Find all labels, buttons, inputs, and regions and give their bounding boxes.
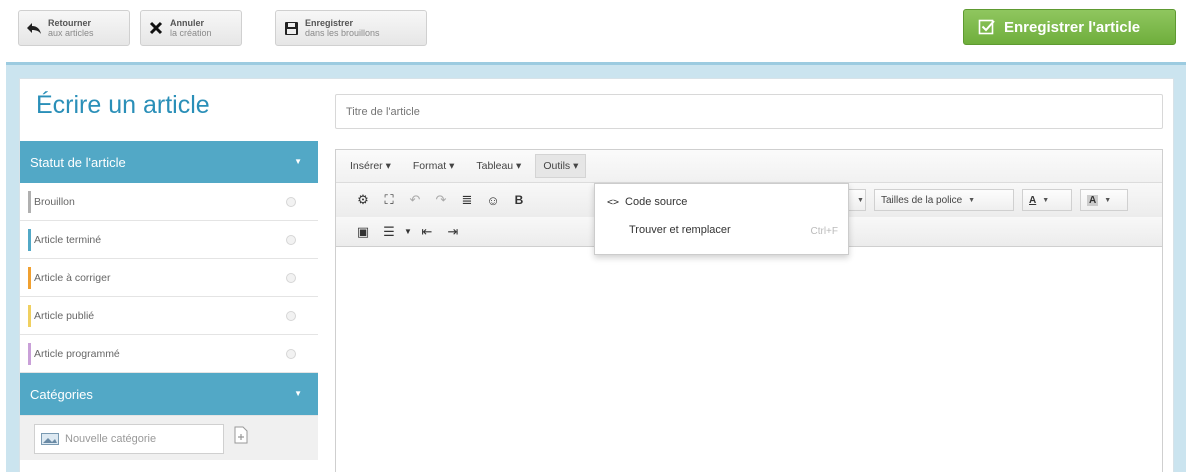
bold-icon[interactable]: B bbox=[506, 189, 532, 211]
categories-section-header[interactable]: Catégories ▼ bbox=[20, 373, 318, 415]
outdent-icon[interactable]: ⇤ bbox=[414, 221, 440, 243]
status-section-header[interactable]: Statut de l'article ▼ bbox=[20, 141, 318, 183]
editor-content-area[interactable] bbox=[336, 251, 1162, 472]
undo-icon[interactable]: ↶ bbox=[402, 189, 428, 211]
status-label: Article publié bbox=[34, 309, 95, 322]
chevron-down-icon[interactable]: ▼ bbox=[402, 221, 414, 243]
save-article-button[interactable]: Enregistrer l'article bbox=[963, 9, 1176, 45]
status-label: Brouillon bbox=[34, 195, 75, 208]
bg-color-dropdown[interactable]: A ▼ bbox=[1080, 189, 1128, 211]
cancel-button-line1: Annuler bbox=[170, 18, 205, 28]
status-color-bar bbox=[28, 191, 31, 213]
editor-menubar: Insérer ▾ Format ▾ Tableau ▾ Outils ▾ bbox=[336, 150, 1162, 183]
add-category-icon[interactable] bbox=[234, 426, 248, 444]
page-title: Écrire un article bbox=[36, 91, 210, 119]
redo-icon[interactable]: ↷ bbox=[428, 189, 454, 211]
sidebar: Statut de l'article ▼ Brouillon Article … bbox=[20, 141, 318, 460]
status-radio[interactable] bbox=[286, 273, 296, 283]
status-item-programme[interactable]: Article programmé bbox=[20, 335, 318, 373]
chevron-down-icon: ▼ bbox=[294, 157, 302, 166]
check-square-icon bbox=[978, 18, 996, 36]
status-color-bar bbox=[28, 343, 31, 365]
text-color-icon: A bbox=[1029, 194, 1037, 206]
menu-tableau[interactable]: Tableau ▾ bbox=[476, 156, 527, 176]
new-category-field[interactable]: Nouvelle catégorie bbox=[34, 424, 224, 454]
menu-item-label: Trouver et remplacer bbox=[629, 224, 731, 236]
status-radio[interactable] bbox=[286, 349, 296, 359]
status-item-termine[interactable]: Article terminé bbox=[20, 221, 318, 259]
menu-format[interactable]: Format ▾ bbox=[413, 156, 460, 176]
main-panel: Écrire un article Statut de l'article ▼ … bbox=[6, 62, 1186, 472]
menu-inserer[interactable]: Insérer ▾ bbox=[350, 156, 397, 176]
back-to-articles-button[interactable]: Retourner aux articles bbox=[18, 10, 130, 46]
save-article-label: Enregistrer l'article bbox=[1004, 18, 1141, 36]
draft-button-line1: Enregistrer bbox=[305, 18, 354, 28]
code-icon: <> bbox=[607, 196, 620, 208]
categories-section-title: Catégories bbox=[30, 386, 93, 402]
status-section-title: Statut de l'article bbox=[30, 154, 126, 170]
menu-label: Tableau bbox=[476, 160, 514, 172]
fullscreen-icon[interactable]: ⛶ bbox=[376, 189, 402, 211]
status-radio[interactable] bbox=[286, 311, 296, 321]
font-size-dropdown[interactable]: Tailles de la police ▼ bbox=[874, 189, 1014, 211]
status-item-a-corriger[interactable]: Article à corriger bbox=[20, 259, 318, 297]
tools-dropdown-menu: <> Code source Trouver et remplacer Ctrl… bbox=[594, 183, 849, 255]
article-title-input[interactable] bbox=[335, 94, 1163, 129]
status-label: Article terminé bbox=[34, 233, 102, 246]
menu-label: Outils bbox=[543, 160, 571, 172]
text-color-dropdown[interactable]: A ▼ bbox=[1022, 189, 1072, 211]
highlight-color-icon: A bbox=[1087, 194, 1099, 206]
emoticon-icon[interactable]: ☺ bbox=[480, 189, 506, 211]
gear-icon[interactable]: ⚙ bbox=[350, 189, 376, 211]
back-button-line1: Retourner bbox=[48, 18, 92, 28]
menu-item-find-replace[interactable]: Trouver et remplacer bbox=[629, 224, 839, 236]
menu-item-label: Code source bbox=[625, 196, 688, 208]
status-item-brouillon[interactable]: Brouillon bbox=[20, 183, 318, 221]
save-draft-button[interactable]: Enregistrer dans les brouillons bbox=[275, 10, 427, 46]
status-label: Article programmé bbox=[34, 347, 120, 360]
status-radio[interactable] bbox=[286, 235, 296, 245]
menu-label: Format bbox=[412, 160, 447, 172]
draft-button-line2: dans les brouillons bbox=[305, 28, 380, 38]
menu-item-code-source[interactable]: <> Code source bbox=[607, 196, 687, 208]
image-insert-icon[interactable]: ▣ bbox=[350, 221, 376, 243]
menu-outils[interactable]: Outils ▾ bbox=[535, 154, 587, 178]
status-item-publie[interactable]: Article publié bbox=[20, 297, 318, 335]
status-label: Article à corriger bbox=[34, 271, 111, 284]
image-icon bbox=[41, 433, 59, 445]
align-icon[interactable]: ≣ bbox=[454, 189, 480, 211]
back-button-line2: aux articles bbox=[48, 28, 94, 38]
new-category-placeholder: Nouvelle catégorie bbox=[65, 433, 157, 445]
shortcut-label: Ctrl+F bbox=[810, 226, 839, 237]
status-radio[interactable] bbox=[286, 197, 296, 207]
menu-label: Insérer bbox=[350, 160, 383, 172]
cancel-creation-button[interactable]: Annuler la création bbox=[140, 10, 242, 46]
cancel-button-line2: la création bbox=[170, 28, 212, 38]
content-card: Écrire un article Statut de l'article ▼ … bbox=[19, 78, 1174, 472]
bullet-list-icon[interactable]: ☰ bbox=[376, 221, 402, 243]
floppy-icon bbox=[282, 19, 300, 37]
chevron-down-icon: ▼ bbox=[294, 389, 302, 398]
indent-icon[interactable]: ⇥ bbox=[440, 221, 466, 243]
new-category-row: Nouvelle catégorie bbox=[20, 415, 318, 460]
close-icon bbox=[147, 19, 165, 37]
status-color-bar bbox=[28, 267, 31, 289]
status-color-bar bbox=[28, 305, 31, 327]
back-arrow-icon bbox=[25, 19, 43, 37]
status-color-bar bbox=[28, 229, 31, 251]
font-size-label: Tailles de la police bbox=[881, 194, 963, 206]
top-toolbar: Retourner aux articles Annuler la créati… bbox=[0, 0, 1190, 60]
